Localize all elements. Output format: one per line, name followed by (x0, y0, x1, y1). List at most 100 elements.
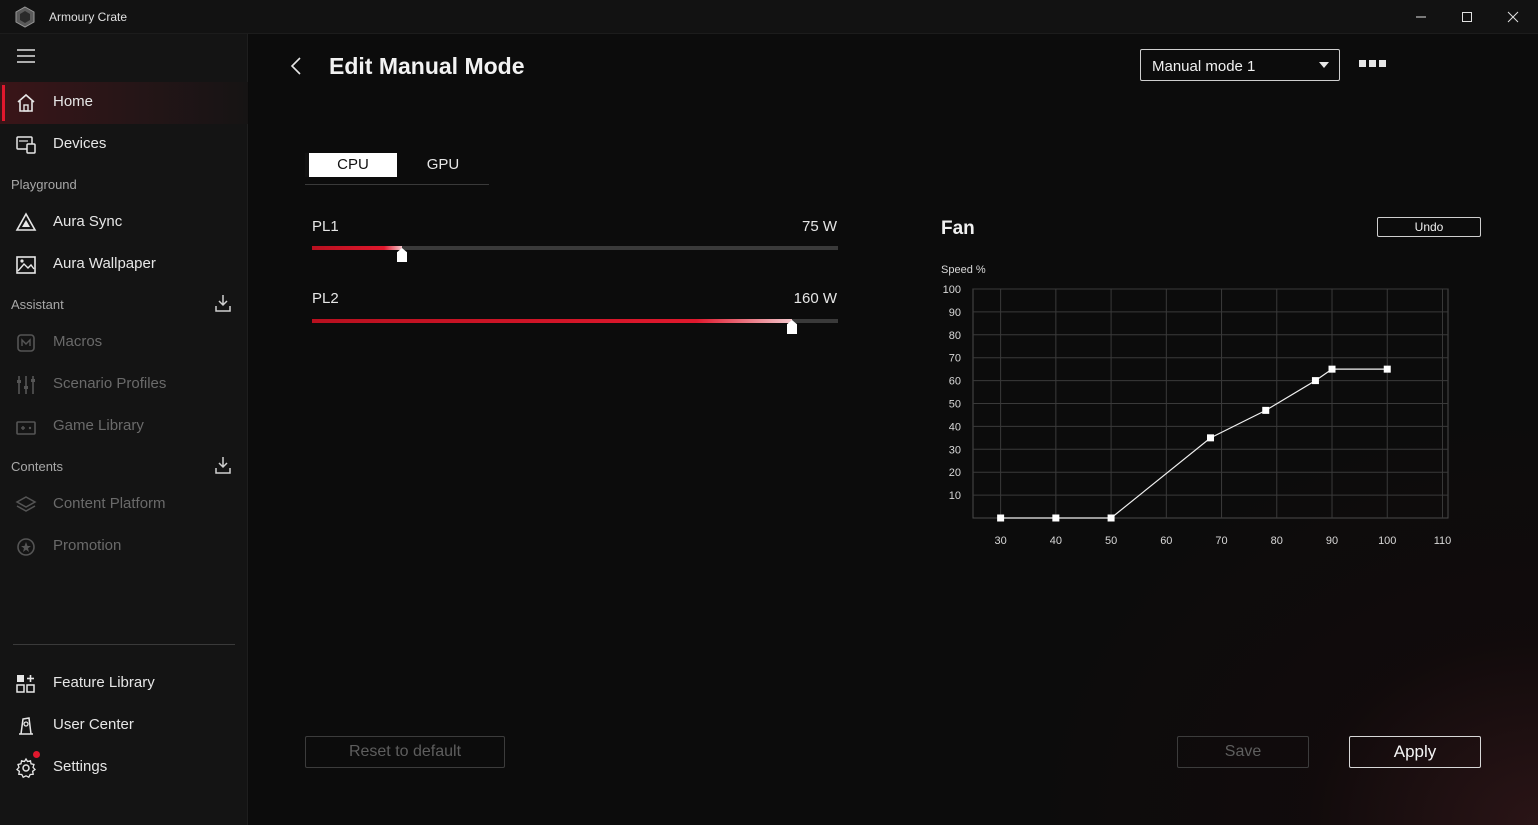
fan-curve-point[interactable] (1383, 365, 1391, 373)
reset-to-default-button[interactable]: Reset to default (305, 736, 505, 768)
chevron-down-icon (1319, 62, 1329, 68)
sidebar-item-content-platform[interactable]: Content Platform (0, 484, 248, 526)
sidebar-item-label: Promotion (53, 537, 122, 554)
sidebar-item-label: Macros (53, 333, 103, 350)
sidebar-item-label: Aura Sync (53, 213, 123, 230)
game-library-icon (16, 421, 36, 435)
fan-curve-chart[interactable]: 10 20 30 40 50 60 70 80 90 100 30 40 50 60 70 80 90 100 11… (929, 256, 1469, 556)
x-tick-label: 30 (994, 535, 1006, 547)
title-bar: Armoury Crate (0, 0, 1538, 34)
sidebar-item-label: Feature Library (53, 674, 155, 691)
section-assistant: Assistant (11, 297, 64, 312)
sidebar-item-label: Content Platform (53, 495, 166, 512)
wallpaper-icon (16, 256, 36, 274)
sidebar-item-feature-library[interactable]: Feature Library (0, 663, 248, 705)
x-tick-label: 60 (1160, 535, 1172, 547)
section-playground: Playground (11, 177, 77, 192)
cpu-gpu-tabs: CPU GPU (305, 152, 489, 185)
macros-icon (17, 334, 35, 352)
page-title: Edit Manual Mode (329, 53, 525, 79)
tab-gpu[interactable]: GPU (397, 153, 489, 177)
pl2-slider-fill (312, 319, 792, 323)
x-tick-label: 70 (1215, 535, 1227, 547)
fan-curve-line (1000, 368, 1388, 519)
y-tick-label: 70 (949, 353, 961, 365)
pl1-slider-thumb[interactable] (397, 248, 407, 262)
maximize-button[interactable] (1444, 0, 1490, 34)
x-tick-label: 100 (1378, 535, 1396, 547)
download-icon[interactable] (213, 455, 233, 475)
y-axis-label: Speed % (941, 264, 986, 276)
settings-icon (16, 757, 36, 779)
sidebar-item-label: Game Library (53, 417, 144, 434)
sidebar-item-devices[interactable]: Devices (0, 124, 248, 166)
fan-curve-point[interactable] (1262, 406, 1270, 414)
sidebar-divider (13, 644, 235, 645)
sidebar-item-home[interactable]: Home (0, 82, 248, 124)
pl1-label: PL1 (312, 218, 339, 235)
sidebar-item-label: Devices (53, 135, 107, 152)
pl1-value: 75 W (801, 218, 837, 235)
feature-library-icon (16, 675, 35, 693)
pl2-slider-track[interactable] (312, 319, 838, 323)
more-options-button[interactable] (1359, 60, 1387, 70)
sidebar: Home Devices Playground Aura Sync Aura W… (0, 34, 248, 825)
sidebar-item-user-center[interactable]: User Center (0, 705, 248, 747)
y-tick-label: 40 (949, 421, 961, 433)
fan-curve-point[interactable] (1328, 365, 1336, 373)
sidebar-item-scenario-profiles[interactable]: Scenario Profiles (0, 364, 248, 406)
download-icon[interactable] (213, 293, 233, 313)
y-tick-label: 30 (949, 444, 961, 456)
rog-logo-icon (15, 6, 35, 28)
promotion-icon (17, 538, 35, 556)
sidebar-item-label: Aura Wallpaper (53, 255, 156, 272)
sidebar-item-promotion[interactable]: Promotion (0, 526, 248, 568)
y-tick-label: 100 (943, 284, 961, 296)
x-tick-label: 80 (1271, 535, 1283, 547)
minimize-button[interactable] (1398, 0, 1444, 34)
apply-button[interactable]: Apply (1349, 736, 1481, 768)
tab-cpu[interactable]: CPU (305, 153, 397, 177)
sidebar-item-label: Scenario Profiles (53, 375, 167, 392)
aura-sync-icon (15, 212, 37, 231)
pl2-label: PL2 (312, 290, 339, 307)
more-dot-icon (1379, 60, 1386, 67)
sidebar-item-aura-wallpaper[interactable]: Aura Wallpaper (0, 244, 248, 286)
app-title: Armoury Crate (49, 10, 128, 24)
x-tick-label: 90 (1326, 535, 1338, 547)
save-button[interactable]: Save (1177, 736, 1309, 768)
main-panel: Edit Manual Mode Manual mode 1 CPU GPU P… (249, 34, 1538, 825)
sidebar-item-game-library[interactable]: Game Library (0, 406, 248, 448)
minimize-icon (1416, 16, 1426, 18)
devices-icon (16, 136, 36, 154)
undo-button[interactable]: Undo (1377, 217, 1481, 237)
user-center-icon (19, 717, 33, 735)
hamburger-menu-icon[interactable] (16, 48, 36, 64)
sidebar-item-macros[interactable]: Macros (0, 322, 248, 364)
mode-select-value: Manual mode 1 (1152, 58, 1256, 75)
x-tick-label: 50 (1105, 535, 1117, 547)
y-tick-label: 60 (949, 376, 961, 388)
sidebar-item-aura-sync[interactable]: Aura Sync (0, 202, 248, 244)
pl1-slider-track[interactable] (312, 246, 838, 250)
content-platform-icon (15, 496, 37, 512)
more-dot-icon (1369, 60, 1376, 67)
mode-select-dropdown[interactable]: Manual mode 1 (1140, 49, 1340, 81)
scenario-profiles-icon (17, 376, 35, 394)
fan-curve-point[interactable] (1107, 514, 1115, 522)
fan-curve-point[interactable] (1311, 377, 1319, 385)
fan-curve-point[interactable] (1052, 514, 1060, 522)
back-arrow-icon[interactable] (287, 54, 307, 78)
home-icon (17, 93, 35, 112)
section-contents: Contents (11, 459, 64, 474)
y-tick-label: 20 (949, 467, 961, 479)
fan-curve-point[interactable] (997, 514, 1005, 522)
more-dot-icon (1359, 60, 1366, 67)
close-button[interactable] (1490, 0, 1536, 34)
fan-curve-point[interactable] (1207, 434, 1214, 442)
sidebar-item-label: User Center (53, 716, 134, 733)
y-tick-label: 90 (949, 307, 961, 319)
fan-title: Fan (941, 218, 975, 239)
x-tick-label: 110 (1434, 535, 1452, 547)
pl2-value: 160 W (793, 290, 837, 307)
